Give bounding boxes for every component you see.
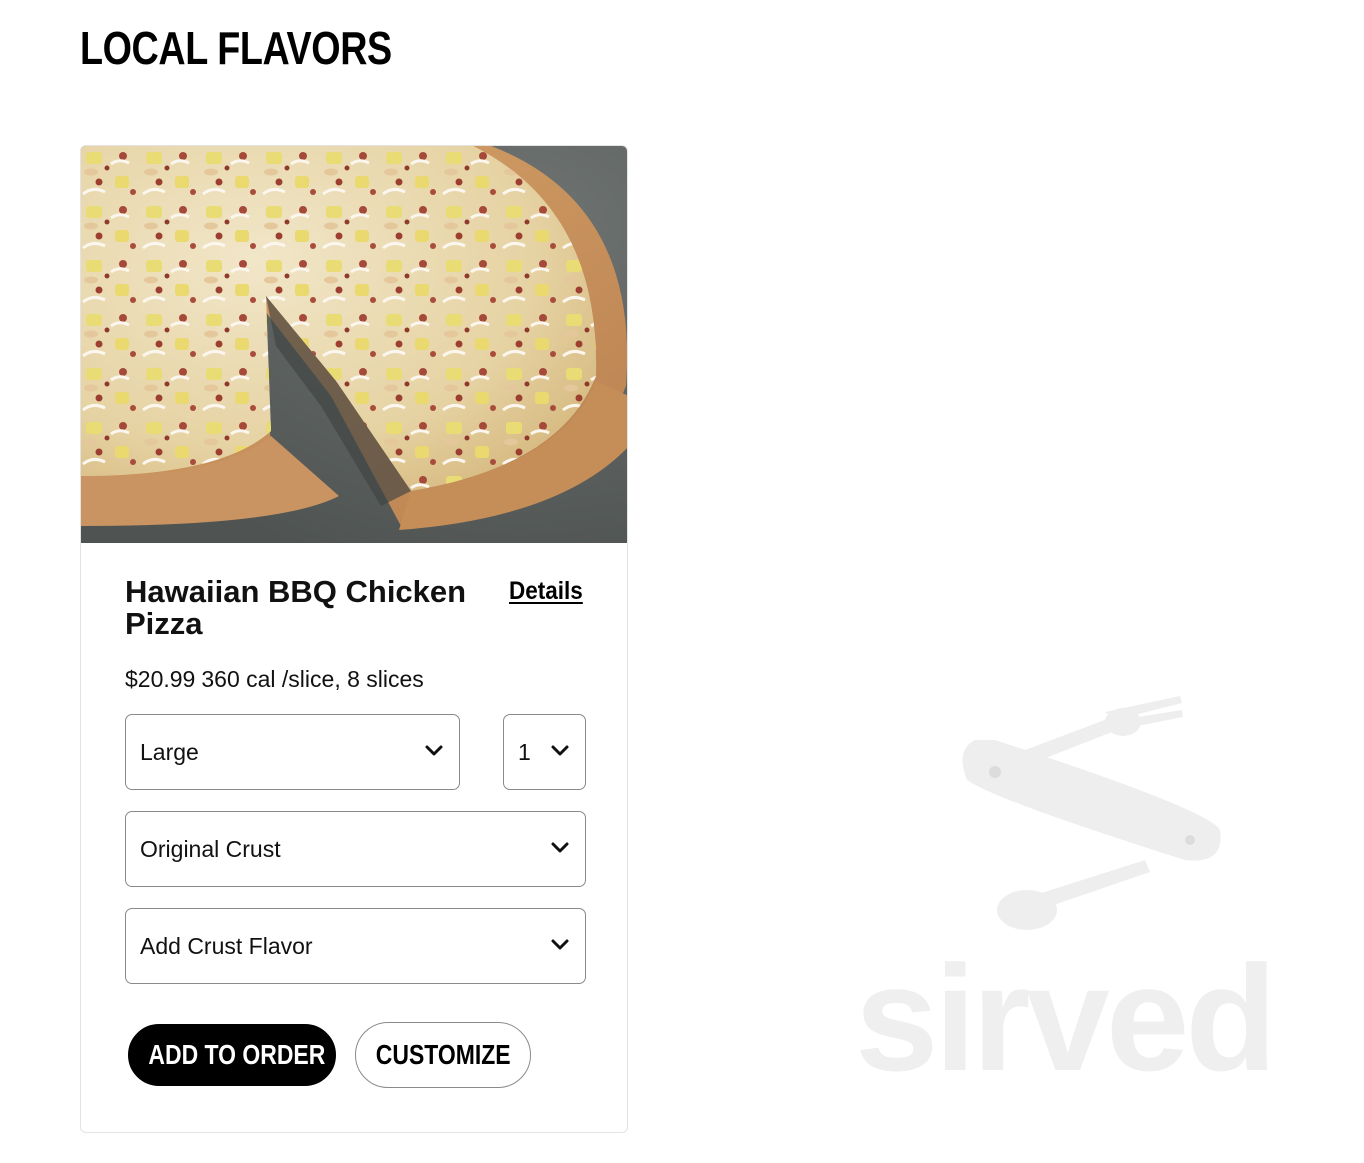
price-line: $20.99 360 cal /slice, 8 slices [125,664,424,694]
product-card: Hawaiian BBQ Chicken Pizza Details $20.9… [80,145,628,1133]
customize-button[interactable]: CUSTOMIZE [355,1022,531,1088]
crust-select[interactable]: Original Crust [125,811,586,887]
add-to-order-button[interactable]: ADD TO ORDER [128,1024,336,1086]
chevron-down-icon [551,939,569,950]
pizza-image[interactable] [81,146,628,543]
product-price: $20.99 [125,666,196,692]
size-select-value: Large [140,739,199,765]
chevron-down-icon [425,745,443,756]
crust-flavor-select-value: Add Crust Flavor [140,933,313,959]
add-to-order-label: ADD TO ORDER [148,1039,326,1070]
sirved-watermark-logo: sirved [855,696,1277,1080]
crust-select-value: Original Crust [140,836,281,862]
chevron-down-icon [551,745,569,756]
product-calories: 360 cal /slice, 8 slices [201,666,424,692]
size-select[interactable]: Large [125,714,460,790]
customize-label: CUSTOMIZE [375,1039,511,1070]
watermark-text: sirved [855,934,1273,1080]
crust-flavor-select[interactable]: Add Crust Flavor [125,908,586,984]
quantity-select-value: 1 [518,739,531,765]
menu-page: LOCAL FLAVORS Hawaiian BBQ Chicken Pizza… [0,0,1364,1163]
quantity-select[interactable]: 1 [503,714,586,790]
details-link[interactable]: Details [509,576,583,606]
product-name: Hawaiian BBQ Chicken Pizza [125,574,467,641]
chevron-down-icon [551,842,569,853]
section-title: LOCAL FLAVORS [80,22,392,74]
